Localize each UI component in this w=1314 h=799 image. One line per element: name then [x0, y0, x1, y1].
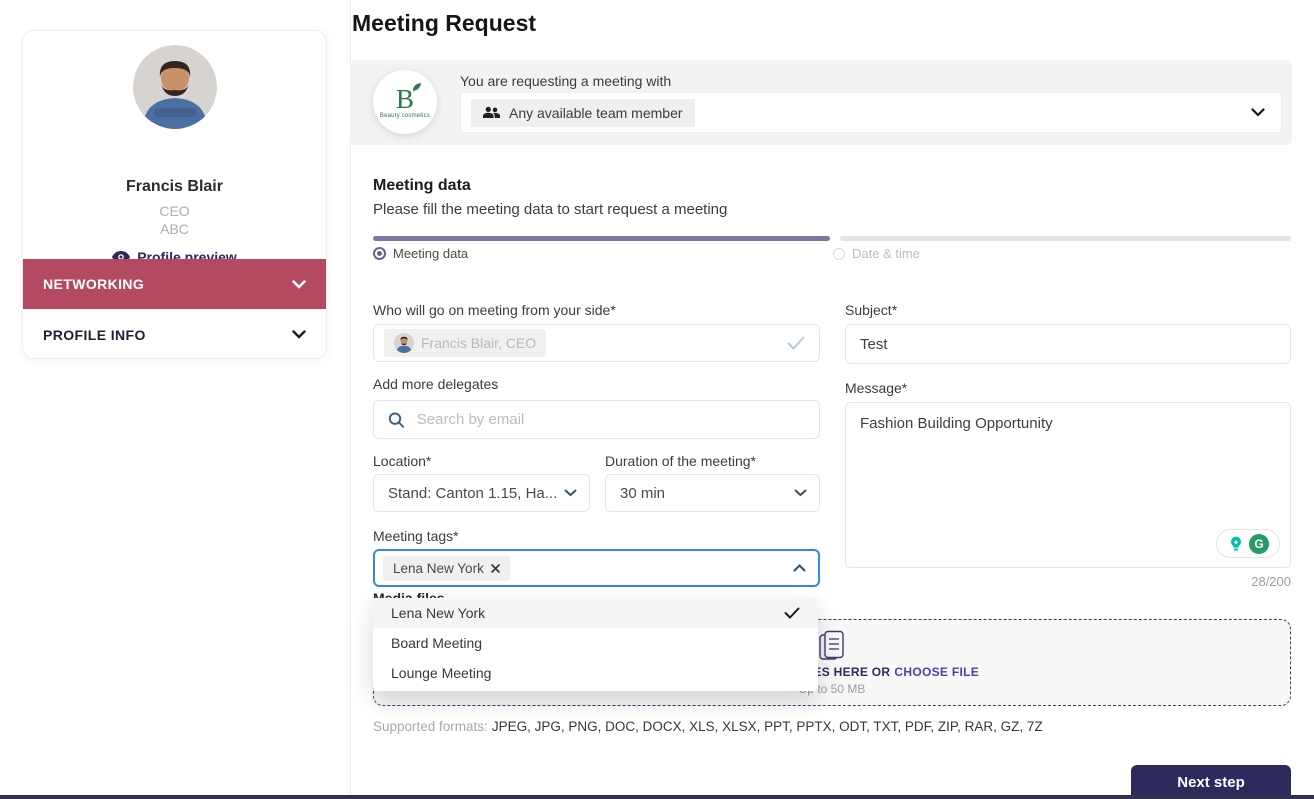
chevron-down-icon: [1251, 108, 1265, 117]
tags-field[interactable]: Lena New York: [373, 549, 820, 587]
wizard-subtitle: Please fill the meeting data to start re…: [373, 201, 727, 218]
formats-prefix: Supported formats:: [373, 719, 488, 734]
subject-field[interactable]: [845, 324, 1291, 364]
people-icon: [483, 106, 500, 119]
remove-tag-icon[interactable]: [491, 564, 500, 573]
step-active-dot: [373, 247, 386, 260]
company-logo: B Beauty cosmetics: [373, 70, 437, 134]
chevron-down-icon: [292, 330, 306, 339]
step-meeting-data[interactable]: Meeting data: [373, 246, 468, 261]
bottom-divider: [0, 795, 1314, 799]
duration-value: 30 min: [620, 485, 665, 502]
requesting-label: You are requesting a meeting with: [460, 73, 671, 89]
tags-dropdown: Lena New York Board Meeting Lounge Meeti…: [373, 598, 818, 691]
char-counter: 28/200: [845, 574, 1291, 589]
grammarly-icon: G: [1249, 534, 1269, 554]
delegates-label: Add more delegates: [373, 376, 498, 392]
team-member-select[interactable]: Any available team member: [460, 92, 1282, 133]
step-date-time-label: Date & time: [852, 246, 920, 261]
message-textarea[interactable]: Fashion Building Opportunity G: [845, 402, 1291, 568]
team-member-chip: Any available team member: [471, 99, 695, 127]
supported-formats: Supported formats: JPEG, JPG, PNG, DOC, D…: [373, 719, 1043, 734]
document-icon: [818, 630, 846, 662]
avatar: [133, 45, 217, 129]
chevron-up-icon: [793, 564, 806, 572]
chevron-down-icon: [564, 489, 577, 497]
wizard-title: Meeting data: [373, 177, 471, 195]
tag-chip: Lena New York: [383, 556, 510, 581]
sidebar-item-networking[interactable]: NETWORKING: [23, 259, 326, 309]
formats-list: JPEG, JPG, PNG, DOC, DOCX, XLS, XLSX, PP…: [492, 719, 1043, 734]
progress-bar-idle: [840, 236, 1291, 241]
step-idle-dot: [833, 248, 845, 260]
who-chip: Francis Blair, CEO: [384, 329, 546, 357]
avatar-small: [394, 333, 414, 353]
tag-option-label: Board Meeting: [391, 635, 482, 651]
check-icon: [787, 336, 805, 350]
tag-option-lounge-meeting[interactable]: Lounge Meeting: [373, 658, 818, 688]
location-label: Location*: [373, 453, 431, 469]
profile-company: ABC: [23, 221, 326, 237]
location-value: Stand: Canton 1.15, Ha...: [388, 485, 557, 502]
networking-label: NETWORKING: [43, 276, 144, 292]
next-step-button[interactable]: Next step: [1131, 765, 1291, 799]
tag-chip-label: Lena New York: [393, 561, 484, 576]
progress-bar-active: [373, 236, 830, 241]
message-text: Fashion Building Opportunity: [860, 415, 1053, 432]
who-chip-label: Francis Blair, CEO: [421, 335, 536, 351]
chevron-down-icon: [292, 280, 306, 289]
search-icon: [388, 411, 405, 429]
tag-option-label: Lounge Meeting: [391, 665, 491, 681]
request-panel: B Beauty cosmetics You are requesting a …: [350, 60, 1292, 145]
duration-select[interactable]: 30 min: [605, 474, 820, 512]
tags-label: Meeting tags*: [373, 528, 459, 544]
subject-input[interactable]: [860, 336, 1276, 353]
location-select[interactable]: Stand: Canton 1.15, Ha...: [373, 474, 590, 512]
subject-label: Subject*: [845, 302, 897, 318]
who-field[interactable]: Francis Blair, CEO: [373, 324, 820, 362]
step-meeting-data-label: Meeting data: [393, 246, 468, 261]
chevron-down-icon: [794, 489, 807, 497]
profile-role: CEO: [23, 203, 326, 219]
choose-file-link[interactable]: CHOOSE FILE: [894, 665, 979, 679]
search-input[interactable]: [417, 411, 805, 428]
check-icon: [784, 607, 800, 619]
page-title: Meeting Request: [352, 10, 536, 37]
duration-label: Duration of the meeting*: [605, 453, 756, 469]
leaf-icon: [412, 82, 422, 92]
message-label: Message*: [845, 380, 907, 396]
team-member-value: Any available team member: [509, 105, 683, 121]
sidebar-item-profile-info[interactable]: PROFILE INFO: [23, 309, 326, 359]
meeting-request-page: Francis Blair CEO ABC Profile preview NE…: [0, 0, 1314, 799]
tag-option-label: Lena New York: [391, 605, 485, 621]
suggestion-bulb-icon: [1227, 535, 1245, 553]
grammarly-widget[interactable]: G: [1216, 529, 1280, 558]
profile-name: Francis Blair: [23, 178, 326, 196]
tag-option-lena-new-york[interactable]: Lena New York: [373, 598, 818, 628]
tag-option-board-meeting[interactable]: Board Meeting: [373, 628, 818, 658]
profile-card: Francis Blair CEO ABC Profile preview NE…: [22, 30, 327, 359]
step-date-time[interactable]: Date & time: [833, 246, 920, 261]
delegates-search-field[interactable]: [373, 400, 820, 439]
profile-info-label: PROFILE INFO: [43, 327, 146, 343]
who-label: Who will go on meeting from your side*: [373, 302, 616, 318]
